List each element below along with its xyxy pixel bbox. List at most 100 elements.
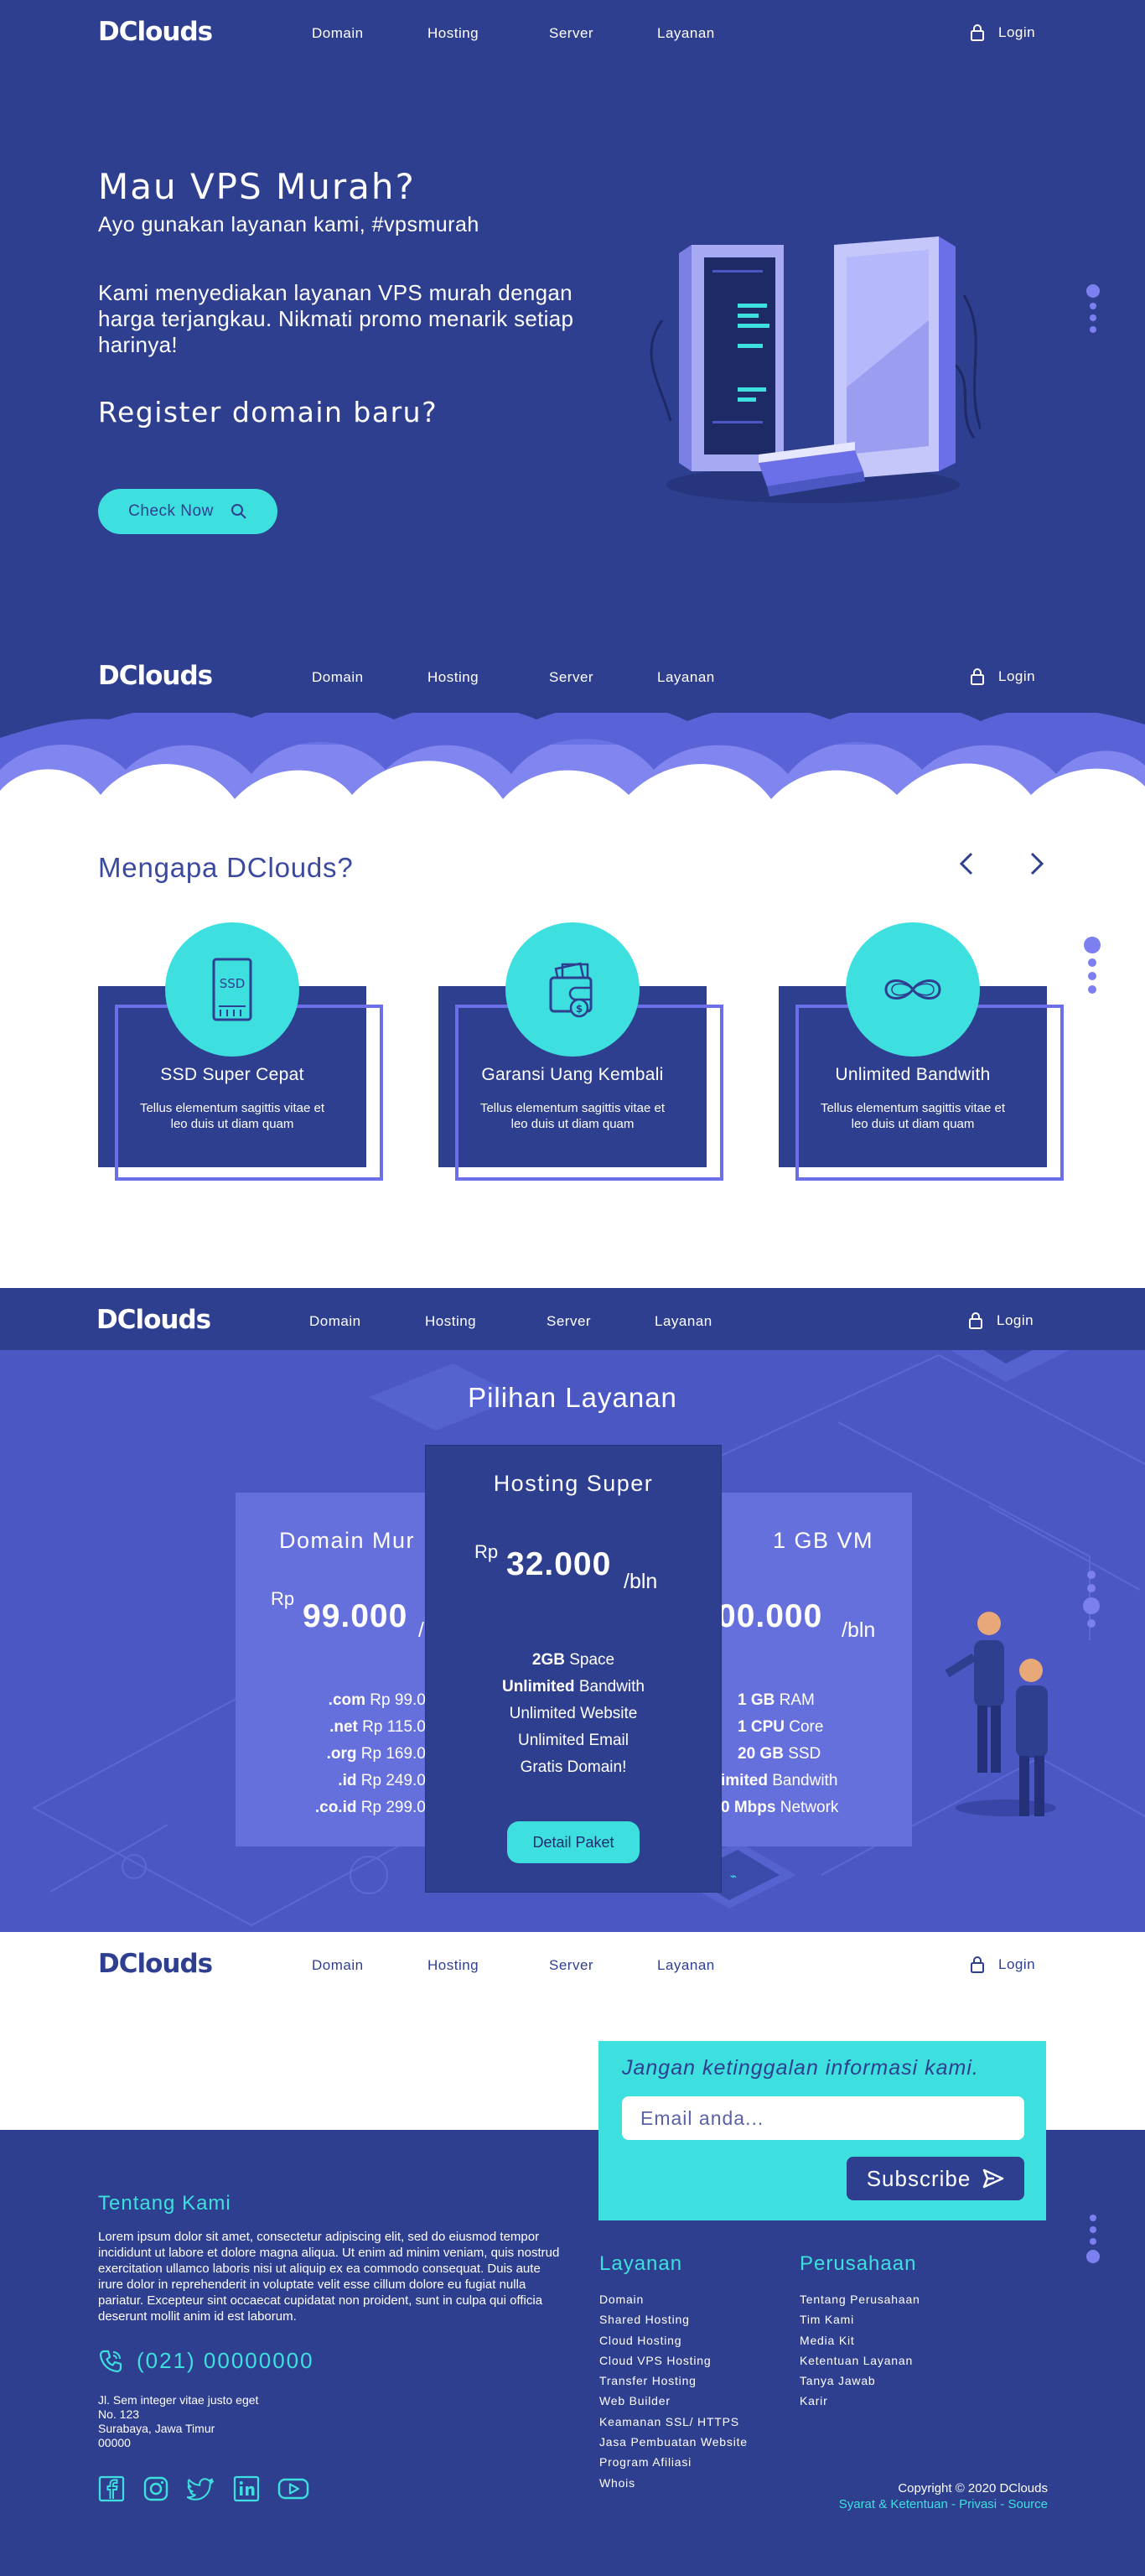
slide-dot[interactable] (1090, 2215, 1096, 2221)
chevron-left-icon[interactable] (957, 850, 976, 877)
nav-link-server[interactable]: Server (547, 1313, 655, 1330)
footer-link-about-company[interactable]: Tentang Perusahaan (800, 2289, 920, 2309)
slide-dot-active[interactable] (1083, 1597, 1100, 1614)
legal-links[interactable]: Syarat & Ketentuan - Privasi - Source (738, 2496, 1048, 2512)
slide-dot-active[interactable] (1086, 2250, 1100, 2263)
logo[interactable]: DClouds (96, 1305, 211, 1335)
logo[interactable]: DClouds (98, 1949, 213, 1979)
footer-link-careers[interactable]: Karir (800, 2391, 920, 2411)
login-button[interactable]: Login (970, 667, 1035, 686)
login-button[interactable]: Login (968, 1311, 1034, 1330)
nav-link-server[interactable]: Server (549, 669, 657, 686)
feature-title: SSD Super Cepat (160, 1065, 304, 1084)
copyright: Copyright © 2020 DClouds Syarat & Ketent… (738, 2480, 1048, 2512)
slide-dot[interactable] (1088, 972, 1096, 980)
nav-link-domain[interactable]: Domain (312, 1957, 427, 1974)
footer-link-web-builder[interactable]: Web Builder (599, 2391, 748, 2411)
why-title: Mengapa DClouds? (98, 852, 354, 883)
chevron-right-icon[interactable] (1028, 850, 1046, 877)
lock-icon (971, 1956, 984, 1973)
lock-icon (969, 1312, 982, 1329)
instagram-icon[interactable] (142, 2475, 169, 2502)
twitter-icon[interactable] (187, 2475, 215, 2502)
slide-dot[interactable] (1088, 958, 1096, 967)
login-button[interactable]: Login (970, 1955, 1035, 1974)
nav-link-domain[interactable]: Domain (309, 1313, 425, 1330)
check-now-button[interactable]: Check Now (98, 489, 277, 534)
logo[interactable]: DClouds (98, 17, 213, 47)
nav-link-layanan[interactable]: Layanan (657, 25, 715, 42)
slide-dot[interactable] (1088, 985, 1096, 994)
price-period: /bln (842, 1618, 876, 1642)
slide-dot-active[interactable] (1084, 937, 1101, 953)
slide-dot[interactable] (1090, 303, 1096, 309)
layanan-heading: Layanan (599, 2252, 683, 2275)
address: Jl. Sem integer vitae justo eget No. 123… (98, 2393, 258, 2450)
slide-dot[interactable] (1090, 2238, 1096, 2245)
footer-link-website-service[interactable]: Jasa Pembuatan Website (599, 2432, 748, 2452)
price-amount: 32.000 (506, 1546, 612, 1582)
hero-description: Kami menyediakan layanan VPS murah denga… (98, 280, 574, 357)
price-currency: Rp (474, 1541, 499, 1562)
pricing-feature-list: 1 GB RAM 1 CPU Core 20 GB SSD imited Ban… (721, 1687, 912, 1821)
nav-link-hosting[interactable]: Hosting (427, 1957, 549, 1974)
price-currency: Rp (271, 1588, 295, 1609)
slide-dot[interactable] (1087, 1619, 1096, 1628)
pricing-feature: .id Rp 249.000 (338, 1772, 427, 1789)
footer-link-domain[interactable]: Domain (599, 2289, 748, 2309)
nav-links: Domain Hosting Server Layanan (312, 669, 715, 686)
ssd-icon: SSD (212, 958, 252, 1021)
footer-link-cloud-vps[interactable]: Cloud VPS Hosting (599, 2350, 748, 2371)
nav-link-layanan[interactable]: Layanan (655, 1313, 712, 1330)
hero-title: Mau VPS Murah? (98, 166, 416, 207)
detail-paket-button[interactable]: Detail Paket (507, 1821, 640, 1863)
nav-link-domain[interactable]: Domain (312, 669, 427, 686)
lock-icon (971, 668, 984, 685)
youtube-icon[interactable] (277, 2475, 309, 2502)
email-input[interactable] (622, 2096, 1024, 2140)
nav-link-domain[interactable]: Domain (312, 25, 427, 42)
footer-link-team[interactable]: Tim Kami (800, 2309, 920, 2329)
pricing-card-title: 1 GB VM (772, 1528, 874, 1553)
pricing-feature: 1 CPU Core (738, 1718, 824, 1736)
price-period: /bln (624, 1570, 658, 1593)
footer-link-media-kit[interactable]: Media Kit (800, 2330, 920, 2350)
slide-dot[interactable] (1090, 2226, 1096, 2233)
slide-dot[interactable] (1090, 326, 1096, 333)
nav-link-hosting[interactable]: Hosting (427, 25, 549, 42)
nav-link-hosting[interactable]: Hosting (427, 669, 549, 686)
pricing-feature: 0 Mbps Network (721, 1799, 839, 1816)
subscribe-button[interactable]: Subscribe (847, 2157, 1024, 2200)
footer-link-whois[interactable]: Whois (599, 2473, 748, 2493)
nav-link-server[interactable]: Server (549, 25, 657, 42)
why-section: DClouds Domain Hosting Server Layanan Lo… (0, 644, 1145, 1288)
footer-link-faq[interactable]: Tanya Jawab (800, 2371, 920, 2391)
footer-link-ssl[interactable]: Keamanan SSL/ HTTPS (599, 2412, 748, 2432)
linkedin-icon[interactable] (233, 2475, 260, 2502)
about-heading: Tentang Kami (98, 2192, 231, 2215)
slide-dot[interactable] (1087, 1584, 1096, 1592)
pricing-feature: Gratis Domain! (520, 1758, 627, 1776)
footer-link-transfer-hosting[interactable]: Transfer Hosting (599, 2371, 748, 2391)
slide-dot[interactable] (1090, 314, 1096, 321)
logo[interactable]: DClouds (98, 661, 213, 691)
slide-dot[interactable] (1087, 1571, 1096, 1579)
footer-link-cloud-hosting[interactable]: Cloud Hosting (599, 2330, 748, 2350)
nav-link-layanan[interactable]: Layanan (657, 669, 715, 686)
footer-link-shared-hosting[interactable]: Shared Hosting (599, 2309, 748, 2329)
lock-icon (971, 24, 984, 41)
feature-icon-circle: $ (505, 922, 640, 1057)
facebook-icon[interactable] (98, 2475, 125, 2502)
pricing-feature: imited Bandwith (721, 1772, 838, 1789)
slide-dot-active[interactable] (1086, 284, 1100, 298)
feature-description: Tellus elementum sagittis vitae et leo d… (139, 1101, 325, 1131)
footer-link-affiliate[interactable]: Program Afiliasi (599, 2452, 748, 2472)
nav-link-server[interactable]: Server (549, 1957, 657, 1974)
price-period: / (418, 1618, 424, 1642)
login-button[interactable]: Login (970, 23, 1035, 42)
address-line: Jl. Sem integer vitae justo eget (98, 2393, 259, 2407)
nav-link-layanan[interactable]: Layanan (657, 1957, 715, 1974)
phone-number[interactable]: (021) 00000000 (98, 2348, 314, 2374)
nav-link-hosting[interactable]: Hosting (425, 1313, 547, 1330)
footer-link-terms[interactable]: Ketentuan Layanan (800, 2350, 920, 2371)
